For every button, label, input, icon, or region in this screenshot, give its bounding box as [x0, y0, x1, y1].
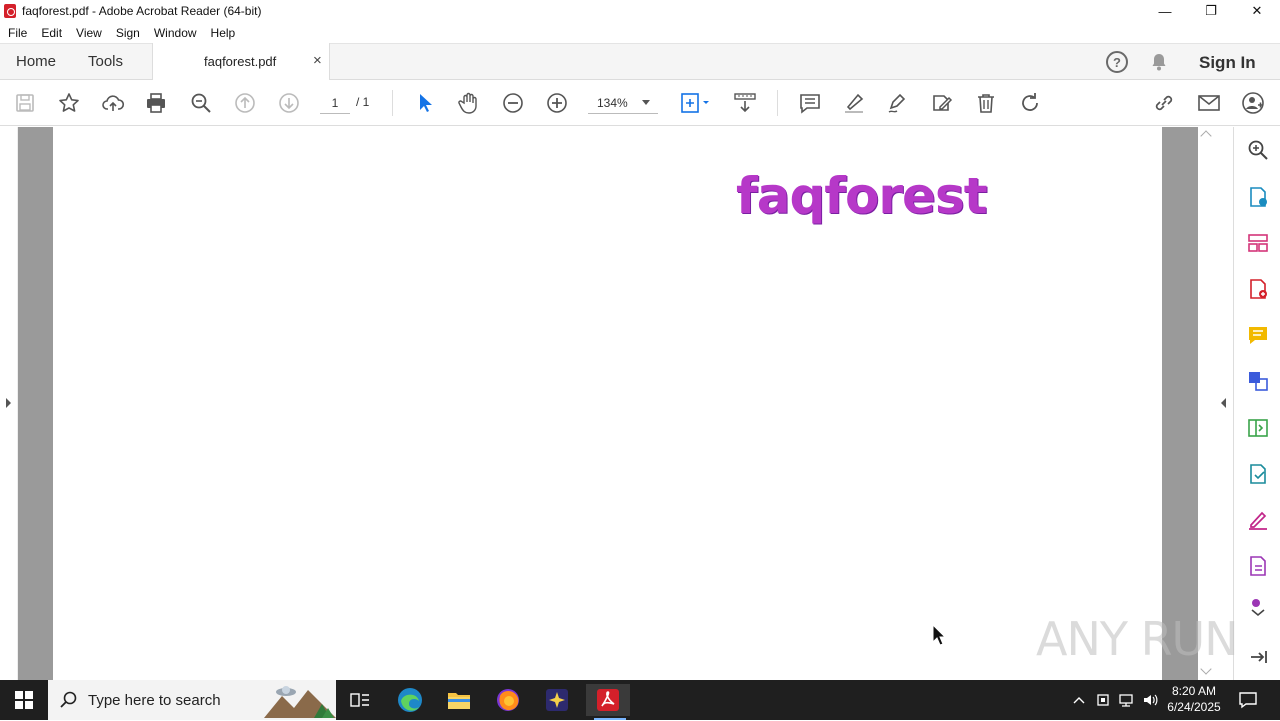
select-cursor-icon[interactable]: [413, 91, 437, 115]
page-total: / 1: [356, 95, 370, 109]
delete-trash-icon[interactable]: [974, 91, 998, 115]
protect-pdf-icon[interactable]: [1246, 554, 1270, 578]
highlight-pen-icon[interactable]: [842, 91, 866, 115]
scroll-mode-icon[interactable]: [733, 91, 757, 115]
hand-tool-icon[interactable]: [457, 91, 481, 115]
next-page-icon[interactable]: [277, 91, 301, 115]
right-tools-panel: [1233, 127, 1280, 680]
minimize-button[interactable]: ―: [1142, 0, 1188, 22]
title-bar: faqforest.pdf - Adobe Acrobat Reader (64…: [0, 0, 1280, 22]
email-icon[interactable]: [1197, 91, 1221, 115]
print-icon[interactable]: [144, 91, 168, 115]
edit-pdf-icon[interactable]: [1246, 416, 1270, 440]
window-controls: ― ❐ ✕: [1142, 0, 1280, 22]
document-logo-text: faqforest: [736, 167, 988, 225]
anyrun-watermark: ANY RUN: [1036, 612, 1239, 666]
more-tools-icon[interactable]: [1246, 595, 1270, 619]
search-highlight-image: [264, 682, 336, 718]
windows-start-icon[interactable]: [0, 680, 48, 720]
volume-icon[interactable]: [1142, 692, 1158, 708]
rotate-icon[interactable]: [1018, 91, 1042, 115]
tray-device-icon[interactable]: [1095, 692, 1111, 708]
menu-help[interactable]: Help: [211, 26, 236, 40]
menu-bar: File Edit View Sign Window Help: [0, 22, 1280, 43]
share-link-icon[interactable]: [1152, 91, 1176, 115]
export-pdf-icon[interactable]: [1246, 185, 1270, 209]
comment-panel-icon[interactable]: [1246, 323, 1270, 347]
page-gutter-right: [1162, 127, 1198, 680]
menu-view[interactable]: View: [76, 26, 102, 40]
page-gutter-left: [18, 127, 53, 680]
menu-window[interactable]: Window: [154, 26, 197, 40]
mouse-cursor-icon: [932, 623, 947, 649]
vertical-scrollbar[interactable]: [1198, 127, 1215, 680]
toolbar: 1 / 1 134%: [0, 80, 1280, 126]
windows-taskbar: Type here to search 8:20 AM 6/24/2025: [0, 680, 1280, 720]
pdf-page: faqforest: [53, 127, 1162, 680]
draw-pen-icon[interactable]: [886, 91, 910, 115]
chevron-down-icon: [642, 100, 650, 105]
create-pdf-icon[interactable]: [1246, 277, 1270, 301]
scroll-up-icon[interactable]: [1200, 130, 1212, 142]
previous-page-icon[interactable]: [233, 91, 257, 115]
bookmark-star-icon[interactable]: [57, 91, 81, 115]
collapse-right-panel-icon[interactable]: [1221, 398, 1226, 408]
save-icon[interactable]: [13, 91, 37, 115]
notification-center-icon[interactable]: [1238, 690, 1258, 710]
fill-sign-icon[interactable]: [1246, 508, 1270, 532]
toolbar-divider: [777, 90, 778, 116]
menu-edit[interactable]: Edit: [41, 26, 62, 40]
document-viewer: faqforest: [0, 127, 1233, 680]
sign-in-button[interactable]: Sign In: [1199, 53, 1256, 73]
menu-sign[interactable]: Sign: [116, 26, 140, 40]
clock-date: 6/24/2025: [1167, 700, 1221, 714]
tray-chevron-up-icon[interactable]: [1071, 692, 1087, 708]
zoom-dropdown[interactable]: 134%: [588, 92, 658, 114]
tab-document-label: faqforest.pdf: [204, 54, 277, 69]
firefox-icon[interactable]: [488, 684, 528, 716]
notification-bell-icon[interactable]: [1149, 52, 1169, 72]
tab-document[interactable]: faqforest.pdf ×: [152, 43, 330, 81]
toolbar-divider: [392, 90, 393, 116]
search-placeholder: Type here to search: [88, 692, 221, 709]
acrobat-app-icon: [4, 4, 16, 18]
comment-icon[interactable]: [798, 91, 822, 115]
help-icon[interactable]: ?: [1106, 51, 1128, 73]
task-view-icon[interactable]: [340, 684, 380, 716]
search-icon: [60, 691, 78, 709]
left-panel-toggle[interactable]: [0, 127, 18, 680]
tab-home[interactable]: Home: [16, 53, 56, 70]
upload-cloud-icon[interactable]: [101, 91, 125, 115]
menu-file[interactable]: File: [8, 26, 27, 40]
expand-left-icon: [6, 398, 11, 408]
tab-close-icon[interactable]: ×: [313, 52, 322, 69]
zoom-out-icon[interactable]: [501, 91, 525, 115]
sparkle-app-icon[interactable]: [537, 684, 577, 716]
tab-tools[interactable]: Tools: [88, 53, 123, 70]
share-user-icon[interactable]: [1241, 91, 1265, 115]
clock-time: 8:20 AM: [1171, 684, 1217, 698]
restore-button[interactable]: ❐: [1188, 0, 1234, 22]
collapse-panel-icon[interactable]: [1246, 645, 1270, 669]
edit-sign-icon[interactable]: [930, 91, 954, 115]
fit-page-icon[interactable]: [679, 91, 713, 115]
page-number-input[interactable]: 1: [320, 92, 350, 114]
edge-browser-icon[interactable]: [390, 684, 430, 716]
combine-files-icon[interactable]: [1246, 369, 1270, 393]
system-clock[interactable]: 8:20 AM 6/24/2025: [1164, 683, 1224, 715]
zoom-value: 134%: [597, 96, 628, 110]
send-for-review-icon[interactable]: [1246, 462, 1270, 486]
network-icon[interactable]: [1118, 692, 1134, 708]
file-explorer-icon[interactable]: [439, 684, 479, 716]
organize-pages-icon[interactable]: [1246, 231, 1270, 255]
zoom-in-icon[interactable]: [545, 91, 569, 115]
zoom-search-icon[interactable]: [189, 91, 213, 115]
taskbar-search-box[interactable]: Type here to search: [48, 680, 336, 720]
close-window-button[interactable]: ✕: [1234, 0, 1280, 22]
window-title: faqforest.pdf - Adobe Acrobat Reader (64…: [22, 4, 262, 18]
acrobat-taskbar-icon[interactable]: [586, 684, 630, 720]
search-zoom-icon[interactable]: [1246, 138, 1270, 162]
tab-bar: Home Tools faqforest.pdf × ? Sign In: [0, 43, 1280, 81]
